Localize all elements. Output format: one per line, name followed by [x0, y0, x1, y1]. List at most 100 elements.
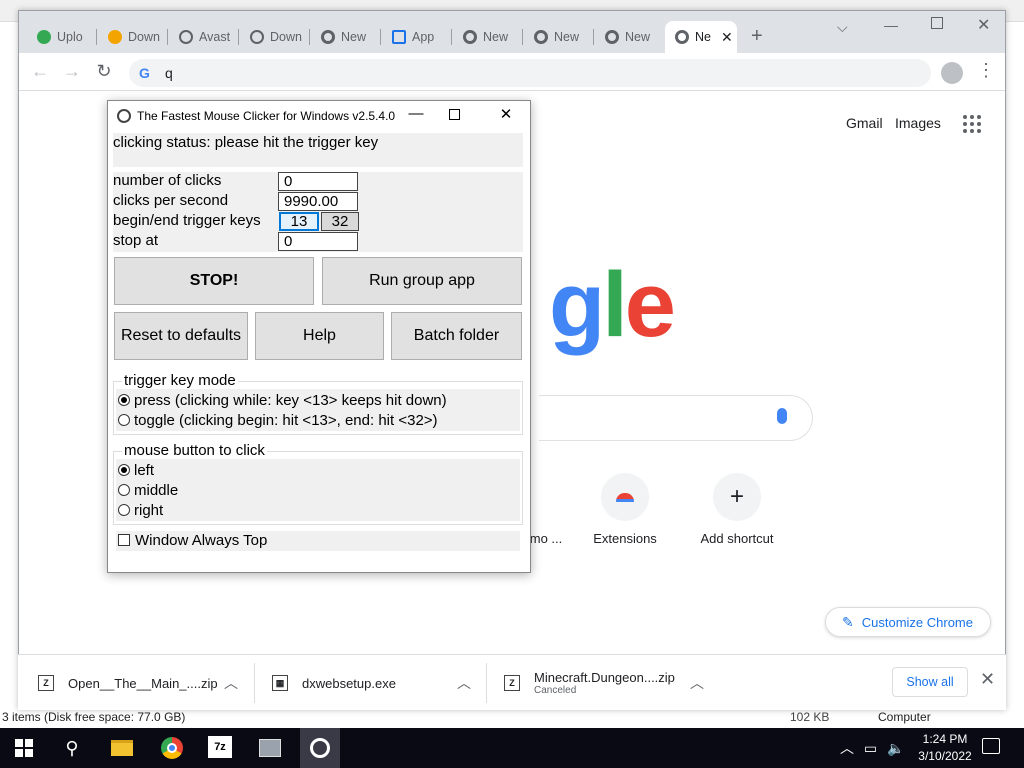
address-bar[interactable]: G	[129, 59, 931, 87]
7zip-icon[interactable]: 7z	[208, 736, 232, 758]
notification-icon[interactable]	[982, 738, 1000, 754]
chevron-up-icon[interactable]: ︿	[690, 673, 704, 693]
tab-avast[interactable]: Avast	[169, 21, 239, 53]
chrome-icon	[321, 30, 335, 44]
tab-download-1[interactable]: Down	[98, 21, 168, 53]
show-all-button[interactable]: Show all	[892, 667, 968, 697]
logo-letter: e	[624, 254, 676, 356]
chrome-menu-icon[interactable]: ⋮	[977, 60, 995, 81]
download-item[interactable]: ▦ dxwebsetup.exe ︿	[272, 655, 502, 711]
tab-label: Avast	[199, 30, 231, 44]
status-panel: clicking status: please hit the trigger …	[113, 133, 523, 167]
download-item[interactable]: Z Minecraft.Dungeon....zip Canceled ︿	[504, 655, 744, 711]
profile-avatar-icon[interactable]	[941, 62, 963, 84]
tab-label: App	[412, 30, 435, 44]
help-button[interactable]: Help	[255, 312, 384, 360]
tab-new-3[interactable]: New	[524, 21, 594, 53]
radio-checked-icon	[118, 394, 130, 406]
chevron-up-icon[interactable]: ︿	[224, 673, 238, 693]
trigger-begin-field[interactable]: 13	[279, 212, 319, 231]
pencil-icon: ✎	[842, 613, 854, 630]
gmail-link[interactable]: Gmail	[846, 115, 883, 131]
file-explorer-icon[interactable]	[110, 736, 134, 760]
taskbar-clock[interactable]: 1:24 PM 3/10/2022	[905, 731, 985, 765]
clicks-count-field: 0	[278, 172, 358, 191]
reload-icon[interactable]: ↻	[93, 61, 115, 82]
settings-panel: number of clicks clicks per second begin…	[113, 172, 523, 252]
add-shortcut-button[interactable]: + Add shortcut	[682, 473, 792, 546]
run-group-app-button[interactable]: Run group app	[322, 257, 522, 305]
mouse-clicker-icon[interactable]	[308, 736, 332, 760]
cps-field[interactable]: 9990.00	[278, 192, 358, 211]
forward-icon[interactable]: →	[61, 61, 83, 82]
stop-at-field[interactable]: 0	[278, 232, 358, 251]
back-icon[interactable]: ←	[29, 61, 51, 82]
chevron-up-icon[interactable]: ︿	[840, 740, 854, 756]
shortcut-extensions[interactable]: Extensions	[570, 473, 680, 546]
installer-icon[interactable]	[258, 736, 282, 760]
status-size-text: 102 KB	[790, 710, 830, 724]
network-icon[interactable]: ▭	[864, 740, 877, 756]
download-name: dxwebsetup.exe	[302, 675, 396, 691]
tab-strip: Uplo Down Avast Down New App New New New…	[19, 11, 1005, 53]
radio-middle[interactable]: middle	[118, 482, 178, 499]
radio-checked-icon	[118, 464, 130, 476]
tab-search-icon[interactable]: ⌵	[837, 19, 848, 36]
tab-download-2[interactable]: Down	[240, 21, 310, 53]
upload-icon	[37, 30, 51, 44]
close-icon[interactable]: ✕	[494, 105, 518, 123]
new-tab-button[interactable]: +	[751, 25, 763, 48]
tab-label: New	[341, 30, 367, 44]
close-shelf-icon[interactable]: ✕	[980, 669, 995, 690]
radio-right[interactable]: right	[118, 502, 163, 519]
google-search-box[interactable]	[539, 395, 813, 441]
tab-new-2[interactable]: New	[453, 21, 523, 53]
trigger-end-field[interactable]: 32	[321, 212, 359, 231]
tab-label: New	[625, 30, 651, 44]
option-label: press (clicking while: key <13> keeps hi…	[134, 392, 447, 409]
maximize-icon[interactable]	[931, 17, 943, 29]
start-icon[interactable]	[12, 736, 36, 760]
radio-press[interactable]: press (clicking while: key <13> keeps hi…	[118, 392, 447, 409]
tab-label: Down	[270, 30, 302, 44]
download-item[interactable]: Z Open__The__Main_....zip ︿	[38, 655, 258, 711]
always-top-checkbox[interactable]: Window Always Top	[118, 532, 267, 549]
radio-unchecked-icon	[118, 414, 130, 426]
radio-left[interactable]: left	[118, 462, 154, 479]
google-apps-icon[interactable]	[963, 115, 981, 133]
shortcut-label: Extensions	[593, 531, 657, 546]
chrome-icon[interactable]	[160, 736, 184, 760]
radio-unchecked-icon	[118, 484, 130, 496]
customize-chrome-button[interactable]: ✎ Customize Chrome	[825, 607, 991, 637]
tab-label: Uplo	[57, 30, 83, 44]
explorer-status-bar: 3 items (Disk free space: 77.0 GB) 102 K…	[0, 708, 1024, 728]
zip-file-icon: Z	[38, 675, 54, 691]
tab-app[interactable]: App	[382, 21, 452, 53]
download-name: Minecraft.Dungeon....zip	[534, 670, 675, 685]
mouse-clicker-window: The Fastest Mouse Clicker for Windows v2…	[107, 100, 531, 573]
images-link[interactable]: Images	[895, 115, 941, 131]
tab-label: New	[554, 30, 580, 44]
tab-new-1[interactable]: New	[311, 21, 381, 53]
maximize-icon[interactable]	[449, 109, 460, 120]
close-tab-icon[interactable]: ✕	[721, 29, 733, 46]
batch-folder-button[interactable]: Batch folder	[391, 312, 522, 360]
tab-new-4[interactable]: New	[595, 21, 665, 53]
download-status: Canceled	[534, 685, 577, 696]
radio-toggle[interactable]: toggle (clicking begin: hit <13>, end: h…	[118, 412, 438, 429]
chevron-up-icon[interactable]: ︿	[457, 673, 471, 693]
search-icon[interactable]: ⚲	[60, 736, 84, 760]
stop-button[interactable]: STOP!	[114, 257, 314, 305]
clock-time: 1:24 PM	[922, 732, 968, 746]
close-window-icon[interactable]: ✕	[977, 15, 990, 35]
address-input[interactable]	[165, 65, 765, 81]
microphone-icon[interactable]	[777, 408, 787, 424]
minimize-icon[interactable]: —	[404, 105, 428, 122]
reset-defaults-button[interactable]: Reset to defaults	[114, 312, 248, 360]
minimize-icon[interactable]: —	[884, 17, 898, 33]
tab-upload[interactable]: Uplo	[27, 21, 97, 53]
app-icon	[392, 30, 406, 44]
shortcut-label: Add shortcut	[700, 531, 774, 546]
volume-icon[interactable]: 🔈	[887, 740, 904, 756]
tab-new-active[interactable]: Ne ✕	[665, 21, 737, 53]
